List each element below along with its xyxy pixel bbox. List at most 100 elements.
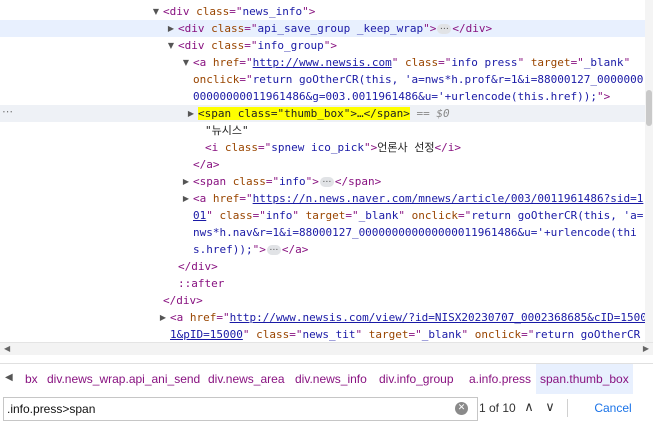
dom-node-line[interactable]: </div>: [0, 292, 645, 309]
markup-token: return goOtherCR(this, 'a=nws*h.prof&r=1…: [252, 73, 644, 86]
markup-token: </a>: [193, 158, 220, 171]
previous-match-button[interactable]: ∧: [520, 398, 538, 418]
dom-node-markup: <i class="spnew ico_pick">언론사 선정</i>: [205, 139, 461, 156]
breadcrumb-item[interactable]: div.news_info: [292, 364, 370, 394]
vertical-scroll-thumb[interactable]: [646, 90, 652, 126]
dom-node-markup: <a href="https://n.news.naver.com/mnews/…: [193, 190, 643, 207]
divider: [567, 399, 568, 417]
markup-token: onclick: [193, 73, 240, 86]
dom-node-line[interactable]: ▶ <div class="api_save_group _keep_wrap">…: [0, 20, 645, 37]
dom-node-line[interactable]: nws*h.nav&r=1&i=88000127_000000000000000…: [0, 224, 645, 241]
expand-caret-icon[interactable]: ▶: [158, 309, 168, 326]
markup-token[interactable]: http://www.newsis.com/view/?id=NISX20230…: [230, 311, 645, 324]
dom-node-line[interactable]: 1&pID=15000" class="news_tit" target="_b…: [0, 326, 645, 342]
dom-node-line[interactable]: 00000000011961486&g=003.0011961486&u='+u…: [0, 88, 645, 105]
markup-token: info: [265, 209, 293, 222]
dom-node-line[interactable]: ▶ <span class="info">… </span>: [0, 173, 645, 190]
markup-token: ": [355, 328, 369, 341]
dom-node-line[interactable]: </div>: [0, 258, 645, 275]
dom-node-line[interactable]: </a>: [0, 156, 645, 173]
markup-token: <div: [163, 5, 197, 18]
markup-token: ">: [305, 175, 319, 188]
dom-node-markup: </div>: [178, 258, 218, 275]
ellipsis-expand-icon[interactable]: …: [319, 176, 334, 187]
dom-node-line[interactable]: <i class="spnew ico_pick">언론사 선정</i>: [0, 139, 645, 156]
ellipsis-expand-icon[interactable]: …: [266, 244, 281, 255]
dom-node-markup: ::after: [178, 275, 224, 292]
expand-caret-icon[interactable]: ▶: [181, 190, 191, 207]
dom-node-markup: </a>: [193, 156, 220, 173]
markup-token: class: [196, 5, 230, 18]
markup-token: info press: [451, 56, 518, 69]
dom-node-markup: <span class="info">… </span>: [193, 173, 381, 190]
breadcrumb: ◀ bx div.news_wrap.api_ani_send div.news…: [0, 363, 653, 395]
markup-token: href: [212, 56, 240, 69]
markup-token: =": [265, 175, 280, 188]
markup-token[interactable]: 01: [193, 209, 206, 222]
search-bar: .info.press>span ✕ 1 of 10 ∧ ∨ Cancel: [0, 394, 653, 426]
dom-node-line-selected[interactable]: ▶ <span class="thumb_box">…</span> == $0: [0, 105, 645, 122]
collapse-caret-icon[interactable]: ▼: [166, 37, 176, 54]
markup-token: <a: [193, 192, 213, 205]
collapse-caret-icon[interactable]: ▼: [181, 54, 191, 71]
breadcrumb-item[interactable]: bx: [22, 364, 41, 394]
dom-node-line[interactable]: ▶ <a href="https://n.news.naver.com/mnews…: [0, 190, 645, 207]
vertical-scrollbar[interactable]: [645, 0, 653, 342]
breadcrumb-scroll-left-icon[interactable]: ◀: [5, 372, 13, 383]
markup-token: ">: [302, 5, 316, 18]
markup-token: class: [219, 209, 253, 222]
dom-node-line[interactable]: onclick="return goOtherCR(this, 'a=nws*h…: [0, 71, 645, 88]
dom-node-line[interactable]: ▼ <div class="info_group">: [0, 37, 645, 54]
markup-token: "뉴시스": [205, 124, 249, 137]
dom-node-line[interactable]: ::after: [0, 275, 645, 292]
expand-caret-icon[interactable]: ▶: [186, 105, 196, 122]
markup-token: class: [256, 328, 290, 341]
next-match-button[interactable]: ∨: [541, 398, 559, 418]
markup-token: target: [530, 56, 571, 69]
dom-node-line[interactable]: ▼ <div class="news_info">: [0, 3, 645, 20]
cancel-button[interactable]: Cancel: [582, 398, 644, 418]
scroll-right-icon[interactable]: ▶: [643, 343, 649, 355]
breadcrumb-item[interactable]: a.info.press: [466, 364, 534, 394]
markup-token: <i: [205, 141, 225, 154]
markup-token: class: [404, 56, 439, 69]
markup-token: =": [521, 328, 535, 341]
breadcrumb-item[interactable]: div.info_group: [376, 364, 457, 394]
markup-token: =": [252, 209, 266, 222]
markup-token: </div>: [163, 294, 203, 307]
markup-token: =": [229, 5, 243, 18]
markup-token: ">: [423, 22, 437, 35]
breadcrumb-item[interactable]: div.news_wrap.api_ani_send: [44, 364, 203, 394]
dom-node-line[interactable]: "뉴시스": [0, 122, 645, 139]
markup-token: =": [239, 56, 253, 69]
expand-caret-icon[interactable]: ▶: [181, 173, 191, 190]
more-options-icon[interactable]: ⋯: [2, 103, 13, 120]
markup-token: info: [279, 175, 306, 188]
breadcrumb-item[interactable]: div.news_area: [205, 364, 288, 394]
markup-token: ": [398, 209, 412, 222]
dom-node-markup: <a href="http://www.newsis.com" class="i…: [193, 54, 630, 71]
clear-search-icon[interactable]: ✕: [455, 402, 468, 415]
markup-token[interactable]: 1&pID=15000: [170, 328, 243, 341]
dom-node-markup: </div>: [163, 292, 203, 309]
expand-caret-icon[interactable]: ▶: [166, 20, 176, 37]
markup-token: s.href));: [193, 243, 253, 256]
elements-tree: ▼ <div class="news_info"> ▶ <div class="api…: [0, 0, 645, 342]
collapse-caret-icon[interactable]: ▼: [151, 3, 161, 20]
markup-token[interactable]: https://n.news.naver.com/mnews/article/0…: [253, 192, 644, 205]
markup-token: ": [292, 209, 306, 222]
dom-node-line[interactable]: ▼ <a href="http://www.newsis.com" class="…: [0, 54, 645, 71]
dom-node-line[interactable]: 01" class="info" target="_blank" onclick…: [0, 207, 645, 224]
breadcrumb-item-selected[interactable]: span.thumb_box: [536, 364, 633, 394]
search-input[interactable]: .info.press>span: [3, 397, 478, 421]
dom-node-line[interactable]: s.href));">… </a>: [0, 241, 645, 258]
scroll-left-icon[interactable]: ◀: [4, 343, 10, 355]
horizontal-scrollbar[interactable]: ◀ ▶: [0, 342, 653, 355]
markup-token: ">: [323, 39, 337, 52]
markup-token[interactable]: http://www.newsis.com: [253, 56, 392, 69]
markup-token: <a: [170, 311, 190, 324]
dom-node-line[interactable]: ▶ <a href="http://www.newsis.com/view/?id…: [0, 309, 645, 326]
markup-token: [410, 107, 417, 120]
ellipsis-expand-icon[interactable]: …: [437, 23, 452, 34]
dom-node-markup: onclick="return goOtherCR(this, 'a=nws*h…: [193, 71, 643, 88]
